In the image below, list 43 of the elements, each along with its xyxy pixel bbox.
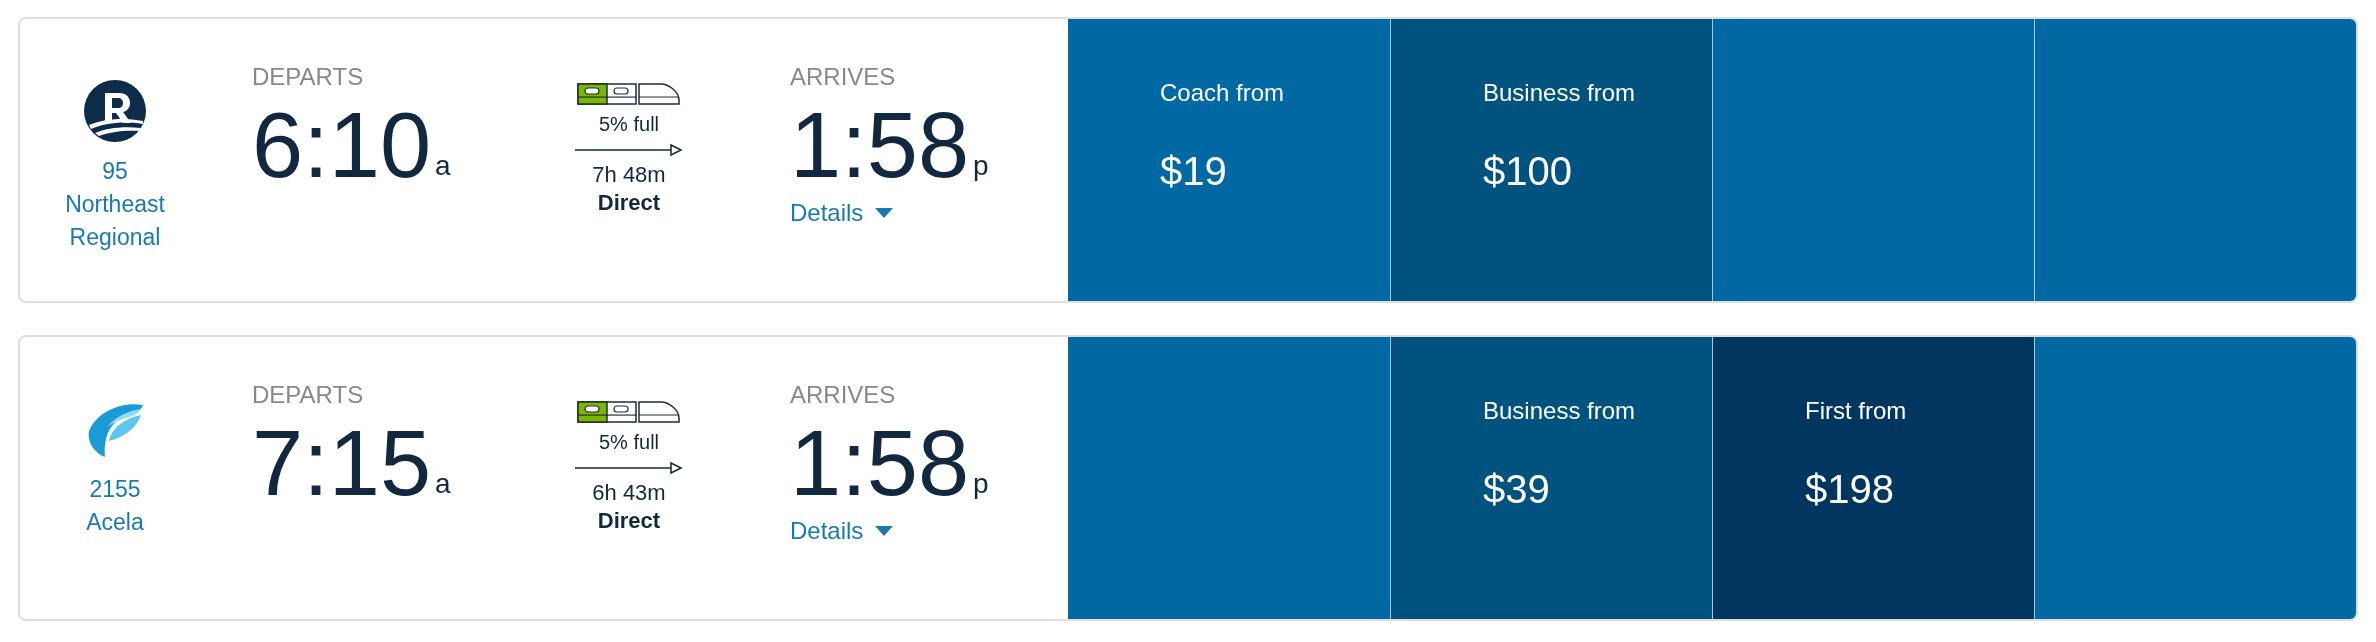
departs-ampm: a [435,467,451,501]
arrives-time: 1:58 [790,413,970,513]
fare-cell[interactable]: Business from $100 [1390,19,1712,301]
stops-text: Direct [597,507,661,535]
fare-class-label: Coach from [1160,78,1286,108]
departs-label: DEPARTS [252,380,364,410]
fare-price: $19 [1160,148,1228,195]
train-icon [577,401,681,423]
train-name[interactable]: Northeast Regional [55,188,175,254]
arrives-ampm: p [973,467,989,501]
train-name[interactable]: Acela [55,506,175,539]
train-icon [577,83,681,105]
stops-text: Direct [597,189,661,217]
details-link[interactable]: Details [790,513,894,549]
arrives-label: ARRIVES [790,380,896,410]
duration-text: 7h 48m [592,161,666,189]
fare-cell[interactable]: Coach from $19 [1068,19,1390,301]
fare-class-label: Business from [1483,78,1637,108]
caret-down-icon [875,208,894,218]
fare-cell[interactable]: Business from $39 [1390,337,1712,619]
departs-time: 7:15 [252,413,432,513]
capacity-text: 5% full [599,430,659,455]
regional-logo-icon [83,79,147,143]
details-link[interactable]: Details [790,195,894,231]
arrives-time: 1:58 [790,95,970,195]
train-number[interactable]: 95 [102,155,128,188]
departs-label: DEPARTS [252,62,364,92]
departs-ampm: a [435,149,451,183]
fare-cell[interactable]: First from $198 [1712,337,2034,619]
fare-class-label: First from [1805,396,1908,426]
arrives-ampm: p [973,149,989,183]
train-number[interactable]: 2155 [89,473,141,506]
duration-text: 6h 43m [592,479,666,507]
fare-price: $39 [1483,466,1551,513]
fare-price: $100 [1483,148,1573,195]
fare-price: $198 [1805,466,1895,513]
arrives-label: ARRIVES [790,62,896,92]
departs-time: 6:10 [252,95,432,195]
caret-down-icon [875,526,894,536]
arrow-icon [575,143,683,157]
arrow-icon [575,461,683,475]
fare-class-label: Business from [1483,396,1637,426]
capacity-text: 5% full [599,112,659,137]
